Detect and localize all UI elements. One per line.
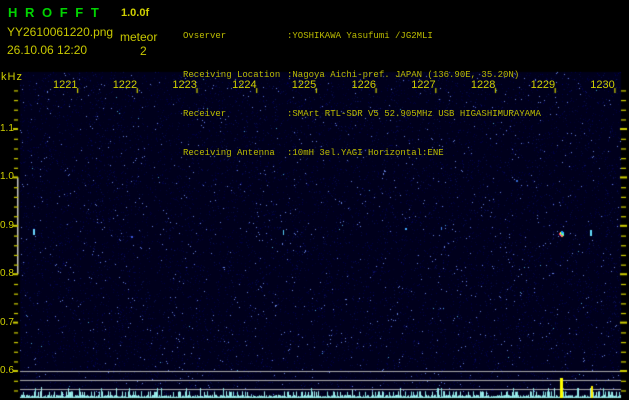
freq-tick-label: 0.8 <box>0 268 14 280</box>
time-tick-label: 1229 <box>530 79 556 91</box>
freq-tick-label: 0.6 <box>0 365 14 376</box>
time-tick-label: 1221 <box>53 79 78 91</box>
app-version: 1.0.0f <box>121 7 150 19</box>
observer-row-label: Ovserver <box>183 31 227 41</box>
freq-tick-label: 1.1 <box>0 123 14 134</box>
hrofft-window: H R O F F T 1.0.0f YY2610061220.png mete… <box>0 0 629 400</box>
freq-tick-label: 0.9 <box>0 219 14 231</box>
time-tick-label: 1230 <box>590 79 615 91</box>
observer-row-value: :10mH 3el.YAGI Horizontal:ENE <box>287 148 444 158</box>
time-tick-label: 1228 <box>470 79 496 91</box>
freq-axis-unit: kHz <box>1 71 23 83</box>
observer-row: Ovserver :YOSHIKAWA Yasufumi /JG2MLI <box>183 30 541 43</box>
meteor-count: 2 <box>140 44 147 58</box>
datetime-label: 26.10.06 12:20 <box>7 43 88 57</box>
output-filename: YY2610061220.png <box>7 25 114 39</box>
observer-row-label: Receiving Antenna <box>183 148 275 158</box>
time-tick-label: 1226 <box>351 79 376 91</box>
time-tick-label: 1224 <box>232 79 257 91</box>
time-tick-label: 1225 <box>291 79 317 91</box>
time-tick-label: 1227 <box>411 79 436 91</box>
observer-info-block: Ovserver :YOSHIKAWA Yasufumi /JG2MLI Rece… <box>183 4 541 186</box>
time-tick-label: 1222 <box>112 79 138 91</box>
app-title: H R O F F T <box>8 5 101 20</box>
freq-tick-label: 1.0 <box>0 171 14 183</box>
observer-row-label: Receiver <box>183 109 227 119</box>
time-tick-label: 1223 <box>172 79 197 91</box>
observer-row-value: :YOSHIKAWA Yasufumi /JG2MLI <box>287 31 433 41</box>
observer-row-value: :SMArt RTL-SDR V5 52.905MHz USB HIGASHIM… <box>287 109 541 119</box>
observer-row: Receiving Antenna :10mH 3el.YAGI Horizont… <box>183 147 541 160</box>
freq-tick-label: 0.7 <box>0 316 14 328</box>
mode-label: meteor <box>120 30 158 44</box>
observer-row: Receiver :SMArt RTL-SDR V5 52.905MHz USB … <box>183 108 541 121</box>
